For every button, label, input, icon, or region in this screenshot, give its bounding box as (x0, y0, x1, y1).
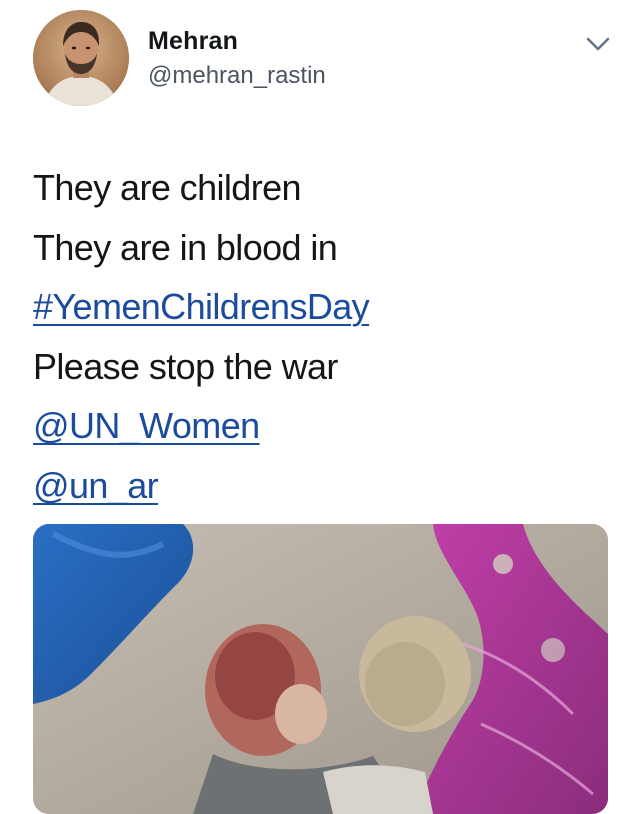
author-display-name[interactable]: Mehran (148, 27, 238, 56)
tweet-line: Please stop the war (33, 345, 338, 387)
tweet-line-mention: @un_ar (33, 456, 603, 516)
avatar[interactable] (33, 10, 129, 106)
hashtag-link[interactable]: #YemenChildrensDay (33, 286, 370, 327)
tweet-line-hashtag: #YemenChildrensDay (33, 277, 603, 337)
photo-image (33, 524, 608, 814)
mention-link-un-ar[interactable]: @un_ar (33, 465, 159, 506)
mention-link-un-women[interactable]: @UN_Women (33, 405, 260, 446)
tweet-line: They are children (33, 167, 302, 208)
tweet-text: They are children They are in blood in #… (33, 158, 603, 515)
author-handle[interactable]: @mehran_rastin (148, 62, 326, 90)
tweet-header: Mehran @mehran_rastin (0, 0, 629, 120)
avatar-image (33, 10, 129, 106)
tweet-line: They are in blood in (33, 226, 338, 268)
tweet-line-mention: @UN_Women (33, 396, 603, 456)
photo-attachment[interactable] (33, 524, 608, 814)
chevron-down-icon[interactable] (584, 34, 612, 54)
